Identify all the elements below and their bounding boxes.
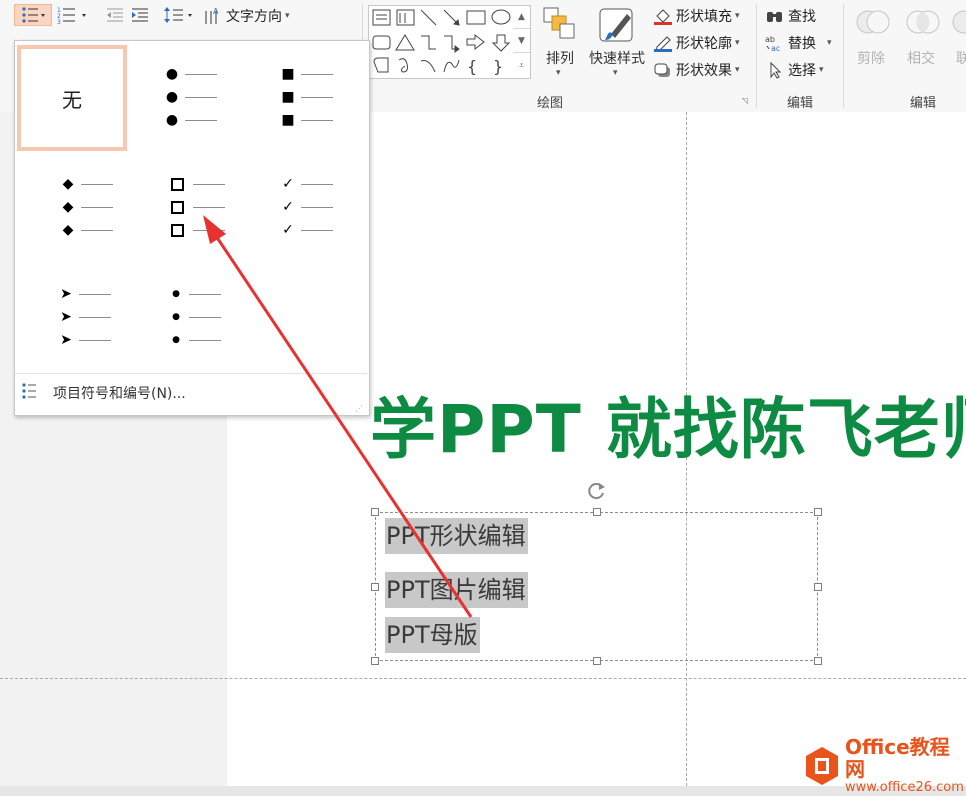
watermark-brand: Office教程网 xyxy=(845,736,966,780)
watermark: Office教程网 www.office26.com xyxy=(804,736,966,796)
office-logo-icon xyxy=(804,746,839,786)
watermark-url: www.office26.com xyxy=(845,780,966,796)
annotation-arrow xyxy=(0,0,966,786)
